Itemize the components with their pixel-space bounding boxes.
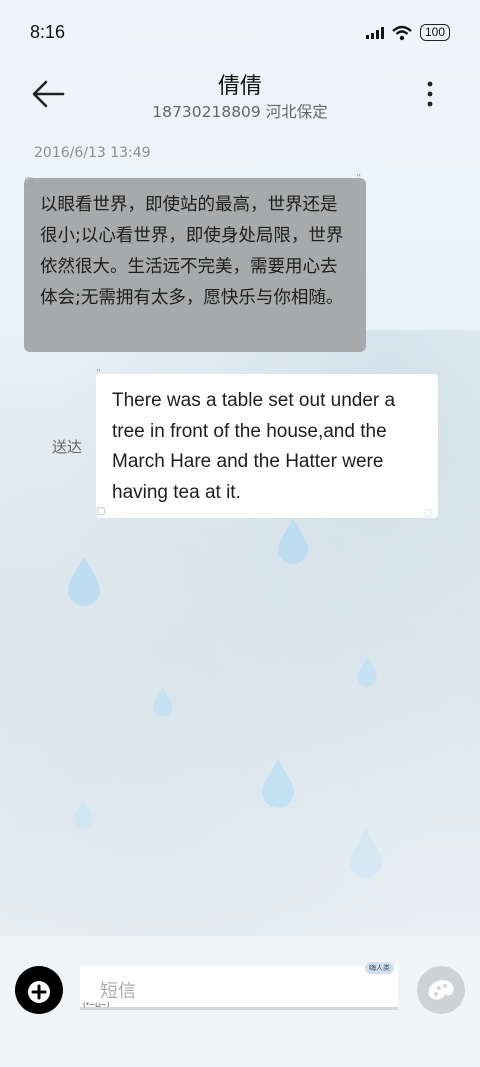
raindrop-icon [357,656,377,687]
chat-header: 倩倩 18730218809 河北保定 [0,66,480,130]
outgoing-message-bubble[interactable]: There was a table set out under a tree i… [96,374,438,518]
more-vertical-icon[interactable] [420,80,440,110]
theme-send-icon [428,980,454,1000]
add-attachment-button[interactable] [15,966,63,1014]
raindrop-icon [278,517,308,564]
raindrop-icon [262,758,294,808]
contact-name[interactable]: 倩倩 [0,68,480,100]
quote-decoration-icon: “ [96,368,102,379]
status-bar: 8:16 100 [0,0,480,66]
contact-number-location: 18730218809 河北保定 [152,103,328,121]
input-kaomoji-decoration: (*~ω~) [83,1001,110,1009]
plus-icon [23,972,55,1003]
incoming-message-bubble[interactable]: 以眼看世界，即使站的最高，世界还是很小;以心看世界，即使身处局限，世界依然很大。… [24,178,366,352]
bubble-corner-decoration-icon: ▢ [96,506,106,517]
status-time: 8:16 [30,22,66,42]
bubble-corner-decoration-icon: ◌ [424,508,433,519]
raindrop-icon [73,798,93,829]
send-button[interactable] [417,966,465,1014]
battery-icon: 100 [419,24,450,41]
delivery-status: 送达 [52,438,83,456]
message-input-placeholder: 短信 [100,981,136,1002]
raindrop-icon [68,556,100,606]
message-timestamp: 2016/6/13 13:49 [34,145,151,161]
input-decoration-tag: 嗨人类 [365,962,394,974]
status-icons: 100 [365,24,450,41]
message-input[interactable]: 短信 嗨人类 [80,962,398,1010]
incoming-message-text: 以眼看世界，即使站的最高，世界还是很小;以心看世界，即使身处局限，世界依然很大。… [40,195,344,308]
bubble-corner-decoration-icon: ▢ [24,176,34,187]
signal-icon [365,26,384,39]
wifi-icon [392,25,412,40]
outgoing-message-text: There was a table set out under a tree i… [112,390,396,503]
raindrop-icon [153,686,173,717]
quote-decoration-icon: ” [356,173,362,184]
raindrop-icon [350,828,382,878]
